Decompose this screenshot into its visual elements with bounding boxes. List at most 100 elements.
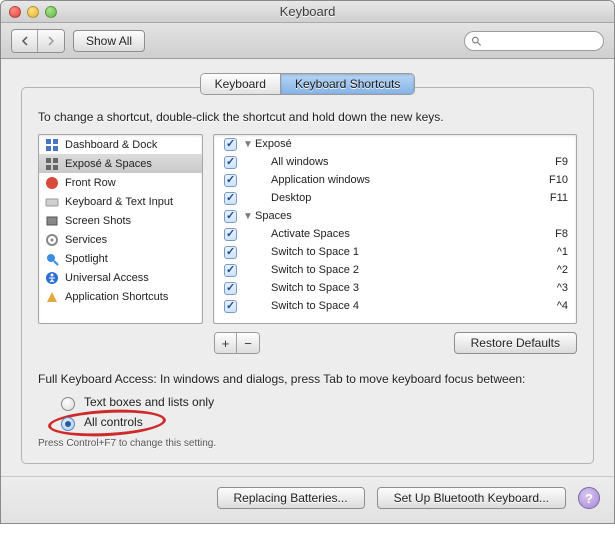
fka-radio-group: Text boxes and lists only All controls <box>56 392 577 432</box>
category-item[interactable]: Keyboard & Text Input <box>39 192 202 211</box>
category-label: Front Row <box>65 177 116 189</box>
add-button[interactable]: + <box>215 333 237 353</box>
chevron-left-icon <box>21 36 29 46</box>
shortcut-key[interactable]: ^3 <box>557 282 568 294</box>
group-label: Spaces <box>255 210 292 222</box>
shortcut-key[interactable]: F8 <box>555 228 568 240</box>
radio-label: All controls <box>84 415 143 429</box>
shortcut-label: Switch to Space 4 <box>243 300 359 312</box>
category-label: Spotlight <box>65 253 108 265</box>
radio-all-controls[interactable]: All controls <box>56 412 577 432</box>
spotlight-icon <box>45 252 59 266</box>
disclosure-triangle-icon[interactable]: ▼ <box>243 211 253 222</box>
shortcut-checkbox[interactable] <box>224 264 237 277</box>
shortcut-row[interactable]: All windows F9 <box>214 153 576 171</box>
window-controls <box>9 6 57 18</box>
category-item[interactable]: Front Row <box>39 173 202 192</box>
shortcut-checkbox[interactable] <box>224 138 237 151</box>
setup-bluetooth-button[interactable]: Set Up Bluetooth Keyboard... <box>377 487 566 509</box>
shortcut-key[interactable]: ^4 <box>557 300 568 312</box>
help-button[interactable]: ? <box>578 487 600 509</box>
shortcut-label: All windows <box>243 156 328 168</box>
radio-label: Text boxes and lists only <box>84 395 214 409</box>
category-item[interactable]: Spotlight <box>39 249 202 268</box>
shortcut-key[interactable]: ^1 <box>557 246 568 258</box>
appshortcuts-icon <box>45 290 59 304</box>
shortcut-label: Switch to Space 1 <box>243 246 359 258</box>
screenshot-icon <box>45 214 59 228</box>
expose-icon <box>45 157 59 171</box>
forward-button[interactable] <box>38 30 64 52</box>
category-label: Exposé & Spaces <box>65 158 152 170</box>
zoom-window-button[interactable] <box>45 6 57 18</box>
shortcut-row[interactable]: Application windows F10 <box>214 171 576 189</box>
preferences-window: Keyboard Show All Keyboard Keyboard Shor… <box>0 0 615 524</box>
remove-button[interactable]: − <box>237 333 259 353</box>
shortcut-group-header[interactable]: ▼ Spaces <box>214 207 576 225</box>
category-label: Keyboard & Text Input <box>65 196 173 208</box>
shortcut-checkbox[interactable] <box>224 282 237 295</box>
add-remove-segmented: + − <box>214 332 260 354</box>
minimize-window-button[interactable] <box>27 6 39 18</box>
shortcut-key[interactable]: F10 <box>549 174 568 186</box>
shortcut-label: Desktop <box>243 192 311 204</box>
shortcut-row[interactable]: Switch to Space 3 ^3 <box>214 279 576 297</box>
full-keyboard-access-label: Full Keyboard Access: In windows and dia… <box>38 372 577 386</box>
shortcut-checkbox[interactable] <box>224 192 237 205</box>
shortcut-row[interactable]: Switch to Space 1 ^1 <box>214 243 576 261</box>
shortcut-key[interactable]: ^2 <box>557 264 568 276</box>
list-controls-row: + − Restore Defaults <box>38 332 577 354</box>
shortcut-checkbox[interactable] <box>224 246 237 259</box>
shortcut-row[interactable]: Switch to Space 4 ^4 <box>214 297 576 315</box>
tab-keyboard-shortcuts[interactable]: Keyboard Shortcuts <box>281 74 414 94</box>
radio-text-boxes-only[interactable]: Text boxes and lists only <box>56 392 577 412</box>
shortcut-group-header[interactable]: ▼ Exposé <box>214 135 576 153</box>
category-list[interactable]: Dashboard & Dock Exposé & Spaces Front R… <box>38 134 203 324</box>
instruction-text: To change a shortcut, double-click the s… <box>38 110 577 124</box>
show-all-button[interactable]: Show All <box>73 30 145 52</box>
content-area: Keyboard Keyboard Shortcuts To change a … <box>1 59 614 476</box>
replacing-batteries-button[interactable]: Replacing Batteries... <box>217 487 365 509</box>
shortcut-checkbox[interactable] <box>224 228 237 241</box>
category-item[interactable]: Services <box>39 230 202 249</box>
category-label: Screen Shots <box>65 215 131 227</box>
shortcut-checkbox[interactable] <box>224 174 237 187</box>
restore-defaults-button[interactable]: Restore Defaults <box>454 332 577 354</box>
universal-icon <box>45 271 59 285</box>
search-icon <box>471 35 482 47</box>
disclosure-triangle-icon[interactable]: ▼ <box>243 139 253 150</box>
tab-keyboard[interactable]: Keyboard <box>201 74 281 94</box>
shortcut-row[interactable]: Switch to Space 2 ^2 <box>214 261 576 279</box>
radio-input[interactable] <box>61 397 75 411</box>
shortcut-row[interactable]: Activate Spaces F8 <box>214 225 576 243</box>
shortcut-key[interactable]: F11 <box>550 192 568 204</box>
titlebar: Keyboard <box>1 1 614 23</box>
shortcut-list[interactable]: ▼ Exposé All windows F9 Application wind… <box>213 134 577 324</box>
lists-container: Dashboard & Dock Exposé & Spaces Front R… <box>38 134 577 324</box>
category-item[interactable]: Screen Shots <box>39 211 202 230</box>
category-item[interactable]: Exposé & Spaces <box>39 154 202 173</box>
tab-bar: Keyboard Keyboard Shortcuts <box>200 73 416 95</box>
back-button[interactable] <box>12 30 38 52</box>
dashboard-icon <box>45 138 59 152</box>
shortcut-checkbox[interactable] <box>224 300 237 313</box>
close-window-button[interactable] <box>9 6 21 18</box>
shortcut-label: Application windows <box>243 174 370 186</box>
category-item[interactable]: Application Shortcuts <box>39 287 202 306</box>
category-label: Services <box>65 234 107 246</box>
category-label: Application Shortcuts <box>65 291 168 303</box>
shortcut-label: Switch to Space 2 <box>243 264 359 276</box>
shortcut-checkbox[interactable] <box>224 210 237 223</box>
radio-input[interactable] <box>61 417 75 431</box>
keyboard-icon <box>45 195 59 209</box>
category-item[interactable]: Universal Access <box>39 268 202 287</box>
shortcut-label: Activate Spaces <box>243 228 350 240</box>
category-item[interactable]: Dashboard & Dock <box>39 135 202 154</box>
shortcuts-panel: To change a shortcut, double-click the s… <box>21 87 594 464</box>
tabs-row: Keyboard Keyboard Shortcuts <box>21 73 594 95</box>
shortcut-row[interactable]: Desktop F11 <box>214 189 576 207</box>
search-field[interactable] <box>464 31 604 51</box>
shortcut-checkbox[interactable] <box>224 156 237 169</box>
shortcut-key[interactable]: F9 <box>555 156 568 168</box>
search-input[interactable] <box>486 34 597 48</box>
